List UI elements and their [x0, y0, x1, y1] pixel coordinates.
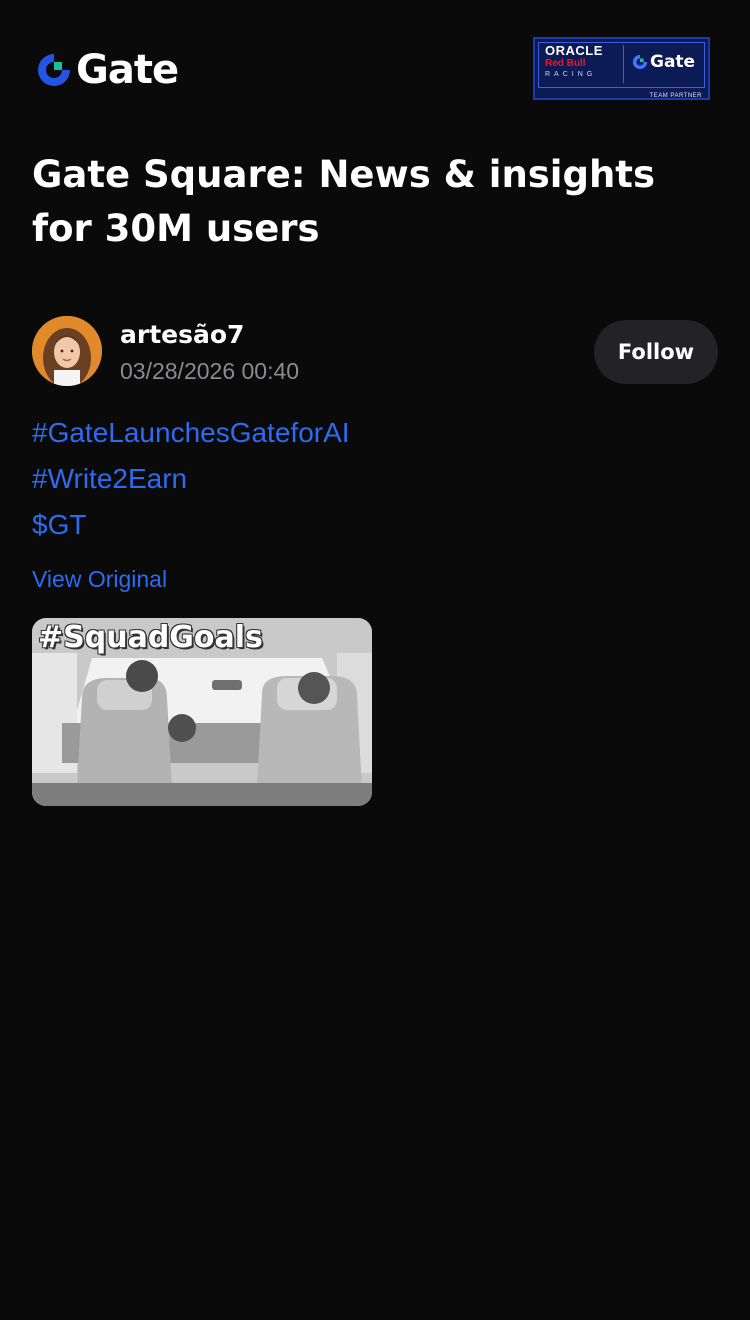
partner-gate-text: Gate [650, 52, 696, 72]
team-partner-text: TEAM PARTNER [649, 93, 702, 99]
logo-text: Gate [76, 47, 179, 93]
partner-badge: ORACLE Red Bull RACING Gate TEAM PARTNER [533, 37, 710, 100]
media-caption: #SquadGoals [38, 620, 263, 655]
post-author: artesão7 03/28/2026 00:40 Follow [32, 316, 718, 388]
partner-gate-logo: Gate [632, 52, 695, 72]
page-title: Gate Square: News & insights for 30M use… [32, 153, 656, 250]
redbull-text: Red Bull [545, 58, 586, 69]
post-media-image[interactable]: #SquadGoals [32, 618, 372, 806]
gate-logo-icon [38, 54, 70, 86]
tag-gate-launches-gate-for-ai[interactable]: #GateLaunchesGateforAI [32, 410, 350, 456]
oracle-text: ORACLE [545, 43, 603, 58]
author-name[interactable]: artesão7 [120, 320, 244, 349]
header: Gate ORACLE Red Bull RACING Gate TEAM PA… [0, 0, 750, 140]
view-original-link[interactable]: View Original [32, 566, 167, 593]
racing-text: RACING [545, 71, 597, 78]
post-tags: #GateLaunchesGateforAI #Write2Earn $GT [32, 410, 350, 548]
tag-write2earn[interactable]: #Write2Earn [32, 456, 350, 502]
follow-button[interactable]: Follow [594, 320, 718, 384]
avatar[interactable] [32, 316, 102, 386]
avatar-image [32, 316, 102, 386]
gate-logo[interactable]: Gate [36, 47, 179, 93]
post-timestamp: 03/28/2026 00:40 [120, 358, 300, 384]
gate-small-icon [632, 54, 648, 70]
tag-gt[interactable]: $GT [32, 502, 350, 548]
oracle-redbull-logo: ORACLE Red Bull RACING [545, 44, 625, 80]
